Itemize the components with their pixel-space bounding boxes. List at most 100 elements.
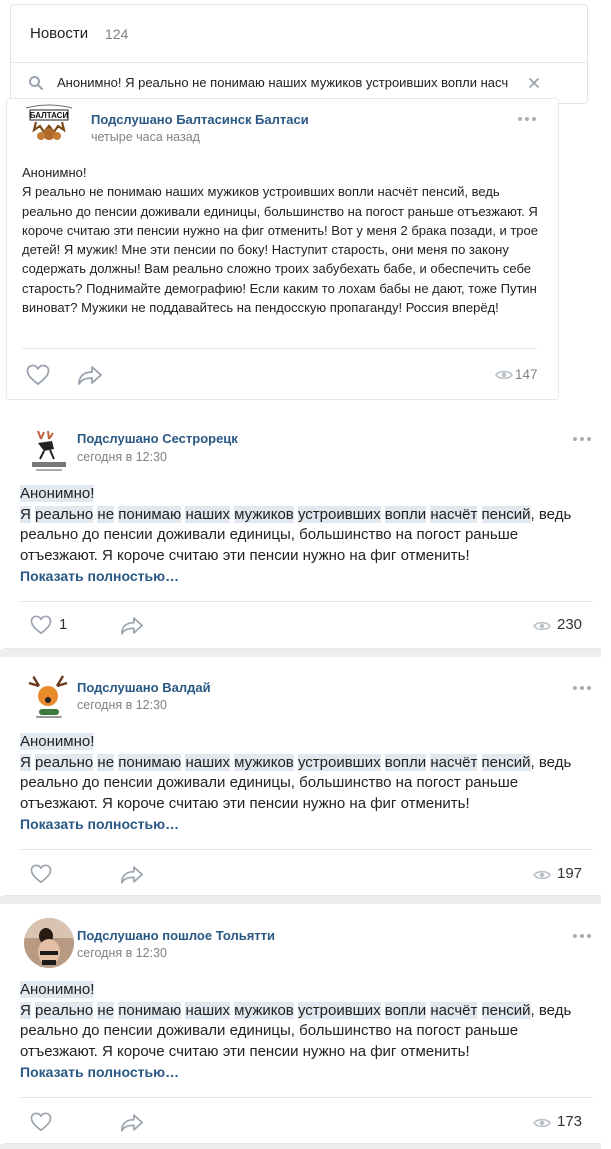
highlighted-word: не	[97, 505, 115, 523]
post-text-rest: реально до пенсии доживали единицы, боль…	[20, 526, 519, 564]
like-icon[interactable]	[26, 364, 50, 386]
post-time[interactable]: сегодня в 12:30	[77, 450, 167, 464]
highlighted-word: реально	[35, 505, 94, 523]
post-author[interactable]: Подслушано Валдай	[77, 680, 211, 695]
more-options-icon[interactable]	[573, 685, 593, 691]
post-text-tail: , ведь	[530, 505, 572, 523]
highlighted-word: Я	[20, 753, 31, 771]
post-divider	[20, 849, 593, 850]
highlighted-word: вопли	[384, 505, 427, 523]
post-author[interactable]: Подслушано Сестрорецк	[77, 431, 238, 446]
view-count: 147	[515, 367, 538, 382]
news-header: Новости 124 Анонимно! Я реально не поним…	[10, 4, 588, 104]
share-icon[interactable]	[120, 1113, 144, 1132]
highlighted-word: понимаю	[118, 753, 182, 771]
post-time[interactable]: сегодня в 12:30	[77, 698, 167, 712]
post-card: Подслушано Сестрорецк сегодня в 12:30 Ан…	[4, 411, 601, 649]
highlighted-word: вопли	[384, 753, 427, 771]
post-text: Анонимно! Я реально не понимаю наших муж…	[20, 980, 590, 1062]
post-card: БАЛТАСИ Подслушано Балтасинск Балтаси че…	[6, 98, 559, 400]
highlighted-word: пенсий	[481, 753, 531, 771]
highlighted-word: реально	[35, 753, 94, 771]
eye-icon	[533, 621, 551, 631]
eye-icon	[495, 370, 513, 380]
highlighted-word: наших	[185, 1001, 230, 1019]
post-text: Анонимно! Я реально не понимаю наших муж…	[22, 165, 538, 316]
avatar[interactable]	[24, 918, 74, 968]
highlighted-word: пенсий	[481, 1001, 531, 1019]
show-more-link[interactable]: Показать полностью…	[20, 568, 179, 584]
deer-logo-icon: БАЛТАСИ	[25, 104, 73, 140]
feed-separator	[0, 1144, 601, 1149]
post-author[interactable]: Подслушано Балтасинск Балтаси	[91, 112, 309, 127]
deer-logo-icon	[32, 430, 66, 471]
avatar[interactable]	[24, 671, 74, 721]
more-options-icon[interactable]	[573, 436, 593, 442]
user-photo-icon	[24, 918, 74, 968]
more-options-icon[interactable]	[573, 933, 593, 939]
post-text-rest: реально до пенсии доживали единицы, боль…	[20, 774, 519, 812]
feed-separator	[0, 649, 601, 657]
more-options-icon[interactable]	[518, 116, 538, 122]
highlighted-word: насчёт	[430, 753, 478, 771]
like-icon[interactable]	[30, 1112, 52, 1132]
post-card: Подслушано пошлое Тольятти сегодня в 12:…	[4, 906, 601, 1144]
deer-logo-icon	[28, 675, 68, 718]
like-icon[interactable]	[30, 864, 52, 884]
header-top: Новости 124	[11, 5, 587, 63]
share-icon[interactable]	[120, 616, 144, 635]
post-time[interactable]: сегодня в 12:30	[77, 946, 167, 960]
post-text-line: Я реально не понимаю наших мужиков устро…	[20, 505, 590, 526]
highlighted-word: устроивших	[297, 753, 381, 771]
post-time[interactable]: четыре часа назад	[91, 130, 200, 144]
page-title: Новости	[30, 25, 89, 42]
search-input[interactable]: Анонимно! Я реально не понимаю наших муж…	[57, 75, 517, 90]
highlighted-word: мужиков	[234, 505, 294, 523]
highlighted-word: мужиков	[234, 1001, 294, 1019]
avatar-logo-text: БАЛТАСИ	[30, 111, 69, 120]
share-icon[interactable]	[77, 365, 103, 385]
highlighted-word: Анонимно!	[20, 733, 95, 750]
like-icon[interactable]	[30, 615, 52, 635]
like-count[interactable]: 1	[59, 616, 67, 633]
search-bar[interactable]: Анонимно! Я реально не понимаю наших муж…	[11, 63, 587, 103]
close-icon[interactable]	[526, 75, 542, 91]
share-icon[interactable]	[120, 865, 144, 884]
highlighted-word: насчёт	[430, 1001, 478, 1019]
post-text: Анонимно! Я реально не понимаю наших муж…	[20, 484, 590, 566]
highlighted-word: устроивших	[297, 505, 381, 523]
post-divider	[20, 601, 593, 602]
view-count: 173	[557, 1113, 583, 1130]
highlighted-word: не	[97, 753, 115, 771]
highlighted-word: Я	[20, 1001, 31, 1019]
post-card: Подслушано Валдай сегодня в 12:30 Аноним…	[4, 658, 601, 896]
highlighted-word: наших	[185, 753, 230, 771]
post-divider	[20, 1097, 593, 1098]
highlighted-word: Анонимно!	[20, 485, 95, 502]
highlighted-word: устроивших	[297, 1001, 381, 1019]
post-text: Анонимно! Я реально не понимаю наших муж…	[20, 732, 590, 814]
view-count: 230	[557, 616, 583, 633]
search-icon	[29, 76, 43, 90]
post-text-line: Я реально не понимаю наших мужиков устро…	[20, 1001, 590, 1022]
post-text-line: Я реально не понимаю наших мужиков устро…	[20, 753, 590, 774]
post-text-tail: , ведь	[530, 753, 572, 771]
highlighted-word: реально	[35, 1001, 94, 1019]
highlighted-word: мужиков	[234, 753, 294, 771]
highlighted-word: насчёт	[430, 505, 478, 523]
highlighted-word: пенсий	[481, 505, 531, 523]
post-divider	[22, 348, 537, 349]
feed-separator	[0, 896, 601, 904]
avatar[interactable]	[24, 427, 74, 477]
highlighted-word: наших	[185, 505, 230, 523]
show-more-link[interactable]: Показать полностью…	[20, 816, 179, 832]
post-author[interactable]: Подслушано пошлое Тольятти	[77, 928, 275, 943]
avatar[interactable]: БАЛТАСИ	[20, 104, 78, 144]
news-count: 124	[105, 26, 129, 42]
post-text-rest: реально до пенсии доживали единицы, боль…	[20, 1022, 519, 1060]
view-count: 197	[557, 865, 583, 882]
show-more-link[interactable]: Показать полностью…	[20, 1064, 179, 1080]
highlighted-word: не	[97, 1001, 115, 1019]
highlighted-word: понимаю	[118, 505, 182, 523]
eye-icon	[533, 870, 551, 880]
